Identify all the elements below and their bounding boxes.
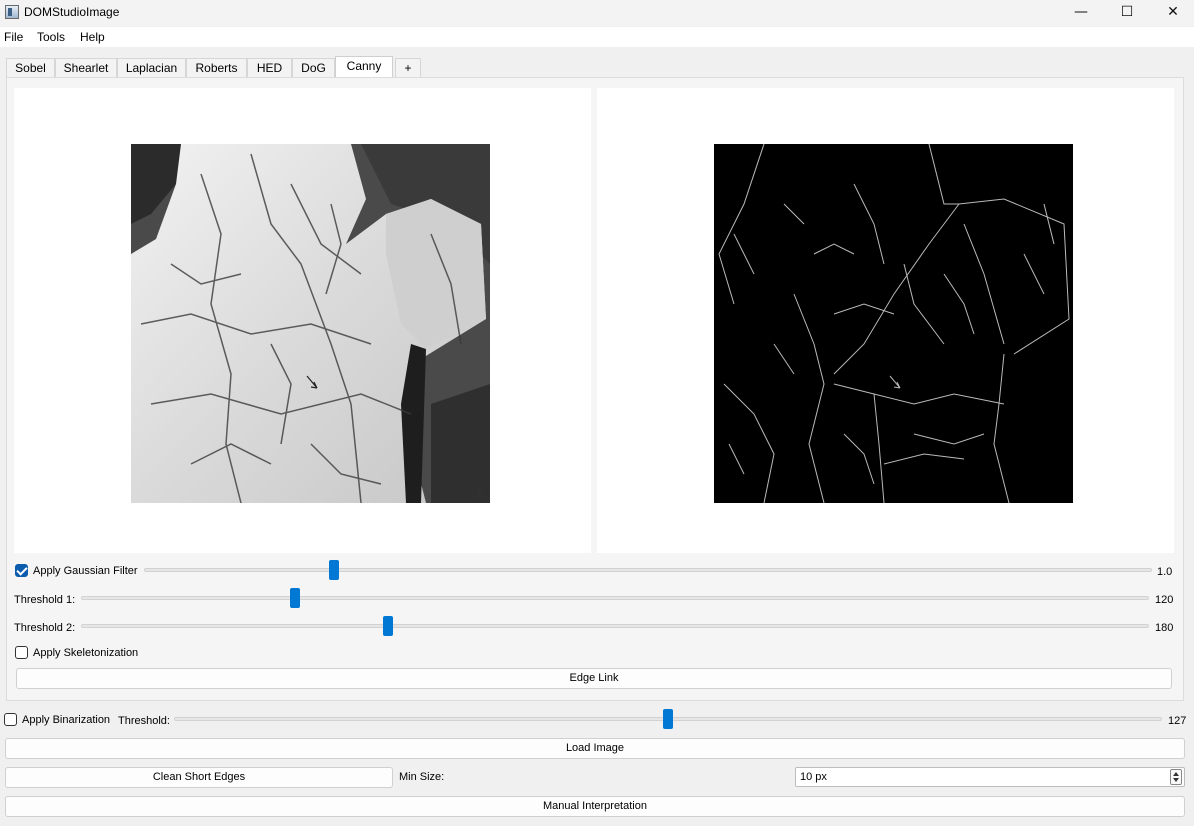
tab-dog[interactable]: DoG — [292, 58, 335, 78]
close-button[interactable]: ✕ — [1150, 0, 1194, 26]
tab-shearlet[interactable]: Shearlet — [55, 58, 117, 78]
spin-arrows[interactable] — [1170, 769, 1182, 785]
threshold1-slider-groove[interactable] — [81, 596, 1149, 600]
threshold2-slider-handle[interactable] — [382, 616, 393, 636]
tab-roberts[interactable]: Roberts — [186, 58, 247, 78]
gaussian-value: 1.0 — [1157, 566, 1173, 578]
threshold2-value: 180 — [1155, 622, 1174, 634]
min-size-label: Min Size: — [399, 771, 445, 783]
tab-hed[interactable]: HED — [247, 58, 292, 78]
threshold1-label: Threshold 1: — [14, 594, 76, 606]
canny-edge-map — [714, 144, 1073, 503]
title-bar: DOMStudioImage — ☐ ✕ — [0, 0, 1194, 26]
gaussian-filter-label: Apply Gaussian Filter — [33, 565, 138, 577]
binarization-threshold-label: Threshold: — [118, 715, 170, 727]
window-title: DOMStudioImage — [24, 5, 120, 19]
threshold1-value: 120 — [1155, 594, 1174, 606]
menu-help[interactable]: Help — [80, 30, 105, 44]
manual-interpretation-button[interactable]: Manual Interpretation — [5, 796, 1185, 817]
threshold1-slider-handle[interactable] — [289, 588, 300, 608]
rock-photo: E — [131, 144, 490, 503]
original-image-view: E — [14, 88, 591, 553]
gaussian-slider-handle[interactable] — [328, 560, 339, 580]
tab-canny[interactable]: Canny — [335, 56, 393, 78]
tab-laplacian[interactable]: Laplacian — [117, 58, 186, 78]
menu-file[interactable]: File — [4, 30, 23, 44]
binarization-checkbox[interactable] — [4, 713, 17, 726]
binarization-slider-handle[interactable] — [663, 709, 673, 729]
gaussian-filter-checkbox[interactable] — [15, 564, 28, 577]
threshold2-slider-groove[interactable] — [81, 624, 1149, 628]
load-image-button[interactable]: Load Image — [5, 738, 1185, 759]
min-size-spinbox[interactable]: 10 px — [795, 767, 1185, 787]
clean-short-edges-button[interactable]: Clean Short Edges — [5, 767, 393, 788]
minimize-button[interactable]: — — [1058, 0, 1104, 26]
min-size-value: 10 px — [800, 771, 827, 783]
menu-bar: File Tools Help — [0, 27, 1194, 47]
binarization-value: 127 — [1168, 715, 1187, 727]
threshold2-label: Threshold 2: — [14, 622, 76, 634]
skeletonization-checkbox[interactable] — [15, 646, 28, 659]
binarization-label: Apply Binarization — [22, 714, 111, 726]
app-icon — [5, 5, 19, 19]
corner-mark: E — [477, 488, 484, 500]
spin-up-icon[interactable] — [1173, 772, 1179, 776]
edge-result-view — [597, 88, 1174, 553]
spin-down-icon[interactable] — [1173, 778, 1179, 782]
skeletonization-label: Apply Skeletonization — [33, 647, 139, 659]
edge-link-button[interactable]: Edge Link — [16, 668, 1172, 689]
gaussian-slider-groove[interactable] — [144, 568, 1152, 572]
tab-sobel[interactable]: Sobel — [6, 58, 55, 78]
maximize-button[interactable]: ☐ — [1104, 0, 1150, 26]
tab-add[interactable]: + — [395, 58, 421, 78]
menu-tools[interactable]: Tools — [37, 30, 65, 44]
